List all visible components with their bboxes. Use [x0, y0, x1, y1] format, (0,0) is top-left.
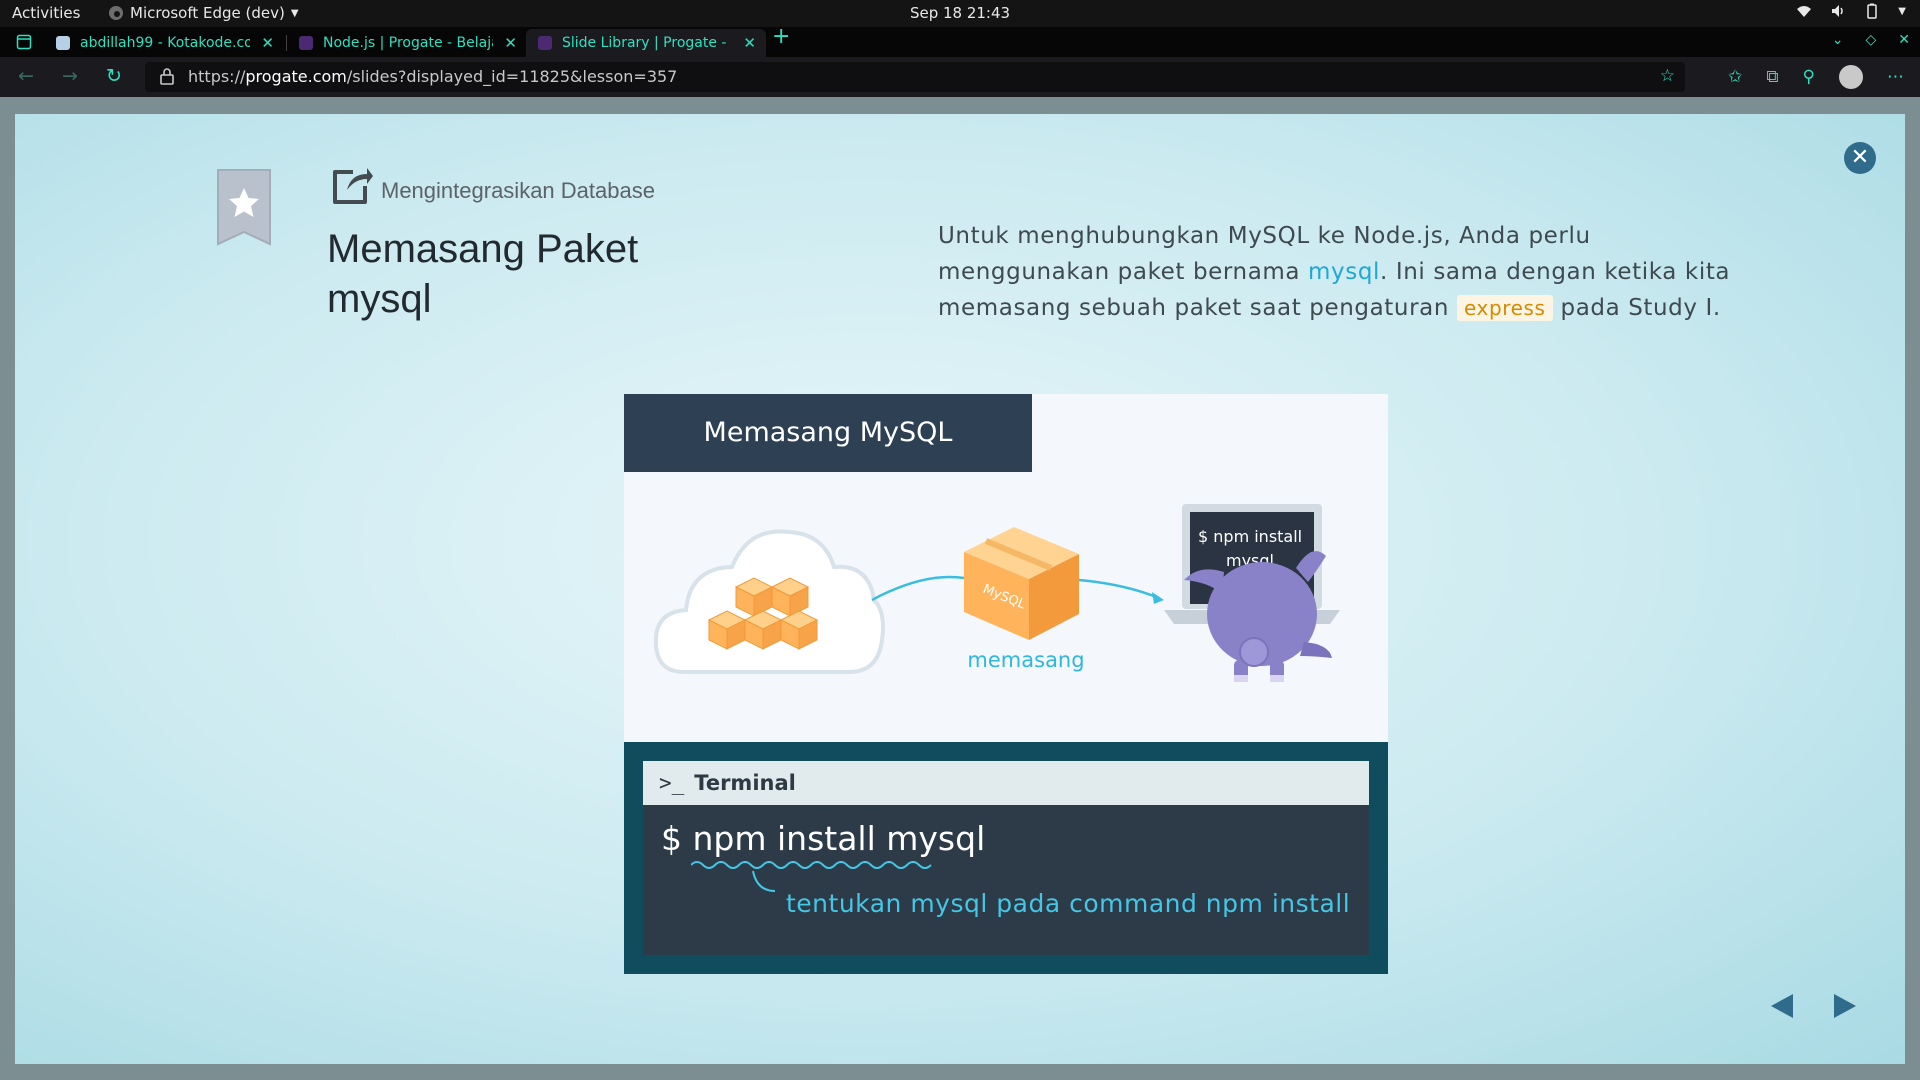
refresh-icon[interactable]: ↻: [106, 65, 122, 87]
power-menu-icon: ▼: [1898, 5, 1906, 17]
close-slide-button[interactable]: ✕: [1844, 142, 1876, 174]
more-menu-icon[interactable]: ⋯: [1887, 67, 1904, 87]
tab-actions-icon[interactable]: [16, 34, 32, 50]
kotakode-favicon-icon: [56, 36, 70, 50]
laptop-line-1: $ npm install: [1198, 527, 1302, 546]
address-bar[interactable]: https://progate.com/slides?displayed_id=…: [145, 62, 1685, 92]
terminal-body: $ npm install mysql tentukan mysql pada …: [643, 805, 1369, 955]
add-favorite-icon[interactable]: ☆: [1660, 66, 1675, 86]
clock[interactable]: Sep 18 21:43: [0, 4, 1920, 22]
back-icon[interactable]: ←: [18, 65, 34, 87]
new-tab-button[interactable]: +: [772, 24, 790, 49]
minimize-icon[interactable]: ◇: [1865, 32, 1876, 48]
slide-illustration: Memasang MySQL MySQL memasang $ npm inst…: [624, 394, 1388, 974]
close-tab-icon[interactable]: ✕: [743, 34, 756, 52]
install-scene: MySQL memasang $ npm install mysql: [653, 504, 1340, 682]
terminal-label: Terminal: [694, 771, 796, 795]
slide-modal: ✕ Mengintegrasikan Database Memasang Pak…: [15, 114, 1905, 1064]
inline-code: express: [1456, 295, 1553, 321]
lock-icon[interactable]: [159, 67, 175, 85]
navigation-bar: ← → ↻ https://progate.com/slides?display…: [0, 57, 1920, 97]
close-tab-icon[interactable]: ✕: [261, 34, 274, 52]
close-window-icon[interactable]: ✕: [1898, 32, 1910, 48]
tab-strip: abdillah99 - Kotakode.com ✕ Node.js | Pr…: [0, 24, 1920, 57]
external-link-icon: [333, 168, 373, 204]
url-text[interactable]: https://progate.com/slides?displayed_id=…: [188, 67, 677, 86]
next-slide-button[interactable]: [1834, 994, 1856, 1018]
figure-title: Memasang MySQL: [624, 394, 1032, 472]
lesson-label: Mengintegrasikan Database: [381, 178, 655, 203]
terminal-header: >_ Terminal: [643, 761, 1369, 805]
progate-favicon-icon: [538, 36, 552, 50]
desc-keyword: mysql: [1308, 259, 1381, 285]
bookmark-star-icon[interactable]: [216, 168, 272, 248]
slide-title: Memasang Paket mysql: [327, 227, 639, 321]
battery-icon: [1867, 3, 1878, 19]
terminal-note: tentukan mysql pada command npm install: [786, 889, 1351, 918]
tab-strip-controls: ⌄ ◇ ✕: [1832, 32, 1910, 48]
collections-icon[interactable]: ⧉: [1766, 67, 1778, 87]
close-tab-icon[interactable]: ✕: [504, 34, 517, 52]
desc-text: pada Study I.: [1552, 295, 1721, 321]
tab-kotakode[interactable]: abdillah99 - Kotakode.com ✕: [44, 29, 284, 57]
profile-avatar-icon[interactable]: [1839, 65, 1863, 89]
wifi-icon: [1797, 6, 1812, 17]
forward-icon[interactable]: →: [62, 65, 78, 87]
extensions-icon[interactable]: ⚲: [1803, 67, 1815, 87]
system-top-bar: Activities Microsoft Edge (dev) ▼ Sep 18…: [0, 0, 1920, 27]
cloud-packages-icon: [653, 529, 885, 674]
toolbar-icons: ✩ ⧉ ⚲ ⋯: [1728, 65, 1904, 89]
tab-title: abdillah99 - Kotakode.com: [80, 35, 250, 51]
tab-slide-library[interactable]: Slide Library | Progate - Belajar ✕: [526, 29, 766, 57]
tab-list-icon[interactable]: ⌄: [1832, 32, 1844, 48]
terminal-prompt-icon: >_: [659, 771, 685, 795]
tab-title: Node.js | Progate - Belajar: [323, 35, 493, 51]
page-viewport: ✕ Mengintegrasikan Database Memasang Pak…: [0, 97, 1920, 1080]
favorites-icon[interactable]: ✩: [1728, 67, 1742, 87]
system-tray[interactable]: ▼: [1796, 3, 1906, 19]
terminal-panel: >_ Terminal $ npm install mysql tentukan …: [624, 742, 1388, 974]
tab-nodejs-progate[interactable]: Node.js | Progate - Belajar ✕: [287, 29, 527, 57]
previous-slide-button[interactable]: [1771, 994, 1793, 1018]
volume-icon: [1832, 5, 1844, 17]
progate-favicon-icon: [299, 36, 313, 50]
terminal-command: $ npm install mysql: [661, 819, 986, 858]
slide-description: Untuk menghubungkan MySQL ke Node.js, An…: [938, 218, 1758, 326]
arrow-label: memasang: [967, 648, 1084, 672]
mysql-package-icon: MySQL: [964, 527, 1079, 640]
tab-title: Slide Library | Progate - Belajar: [562, 35, 732, 51]
